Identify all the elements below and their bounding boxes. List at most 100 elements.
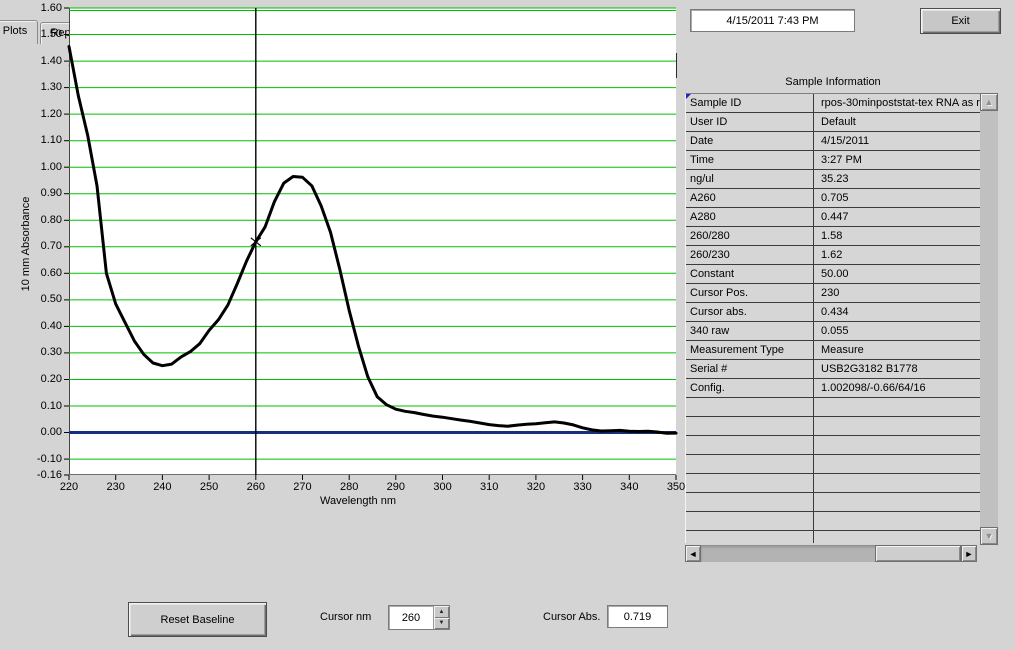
- y-tick-label: -0.10: [0, 453, 62, 465]
- sample-info-field-value[interactable]: Measure: [814, 341, 980, 359]
- sample-info-field-value[interactable]: 1.002098/-0.66/64/16: [814, 379, 980, 397]
- sample-info-field-name[interactable]: [686, 512, 814, 530]
- cursor-nm-down-icon[interactable]: ▼: [434, 618, 449, 630]
- table-vertical-scrollbar-track[interactable]: [980, 111, 998, 527]
- sample-info-field-value[interactable]: [814, 417, 980, 435]
- x-tick-label: 250: [191, 481, 227, 493]
- sample-info-field-value[interactable]: [814, 531, 980, 543]
- sample-info-field-name[interactable]: [686, 398, 814, 416]
- sample-info-field-name[interactable]: Measurement Type: [686, 341, 814, 359]
- y-tick-label: 0.10: [0, 400, 62, 412]
- sample-info-field-name[interactable]: User ID: [686, 113, 814, 131]
- sample-info-field-value[interactable]: 1.58: [814, 227, 980, 245]
- sample-info-field-value[interactable]: [814, 512, 980, 530]
- cursor-nm-value[interactable]: 260: [389, 606, 433, 629]
- x-tick-label: 330: [565, 481, 601, 493]
- sample-info-field-value[interactable]: rpos-30minpoststat-tex RNA as re: [814, 94, 980, 112]
- tab-plots[interactable]: Plots: [0, 20, 38, 44]
- y-tick-label: 0.00: [0, 426, 62, 438]
- y-tick-label: 1.20: [0, 108, 62, 120]
- x-tick-label: 290: [378, 481, 414, 493]
- sample-info-field-value[interactable]: 4/15/2011: [814, 132, 980, 150]
- exit-button[interactable]: Exit: [920, 8, 1001, 34]
- sample-info-field-name[interactable]: [686, 455, 814, 473]
- sample-info-field-name[interactable]: Date: [686, 132, 814, 150]
- y-tick-label: -0.16: [0, 469, 62, 481]
- sample-info-row: [686, 474, 980, 493]
- sample-info-field-name[interactable]: Time: [686, 151, 814, 169]
- sample-info-row: Time3:27 PM: [686, 151, 980, 170]
- sample-info-field-name[interactable]: A260: [686, 189, 814, 207]
- x-axis-title: Wavelength nm: [218, 495, 498, 507]
- sample-info-field-value[interactable]: [814, 398, 980, 416]
- sample-info-field-value[interactable]: Default: [814, 113, 980, 131]
- sample-info-field-name[interactable]: 340 raw: [686, 322, 814, 340]
- spectrum-chart: 1.601.501.401.301.201.101.000.900.800.70…: [0, 0, 686, 515]
- cursor-abs-label: Cursor Abs.: [543, 611, 600, 623]
- spectrum-svg[interactable]: [69, 8, 676, 475]
- sample-info-field-name[interactable]: 260/280: [686, 227, 814, 245]
- x-tick-label: 260: [238, 481, 274, 493]
- table-scroll-up-button[interactable]: ▲: [980, 93, 998, 111]
- sample-info-field-name[interactable]: [686, 436, 814, 454]
- reset-baseline-button[interactable]: Reset Baseline: [128, 602, 267, 637]
- sample-info-row: Serial #USB2G3182 B1778: [686, 360, 980, 379]
- table-scroll-down-button[interactable]: ▼: [980, 527, 998, 545]
- sample-info-field-value[interactable]: 0.447: [814, 208, 980, 226]
- sample-info-row: Sample IDrpos-30minpoststat-tex RNA as r…: [686, 94, 980, 113]
- sample-info-field-name[interactable]: Config.: [686, 379, 814, 397]
- sample-info-field-value[interactable]: 50.00: [814, 265, 980, 283]
- cursor-nm-spinner[interactable]: 260 ▲ ▼: [388, 605, 450, 630]
- sample-info-row: 340 raw0.055: [686, 322, 980, 341]
- sample-info-row: [686, 455, 980, 474]
- sample-info-field-value[interactable]: [814, 455, 980, 473]
- sample-info-row: Cursor Pos.230: [686, 284, 980, 303]
- sample-info-field-value[interactable]: 3:27 PM: [814, 151, 980, 169]
- sample-info-field-value[interactable]: 0.434: [814, 303, 980, 321]
- sample-info-field-name[interactable]: Constant: [686, 265, 814, 283]
- x-tick-label: 300: [425, 481, 461, 493]
- exit-button-label: Exit: [951, 15, 969, 27]
- sample-info-row: Cursor abs.0.434: [686, 303, 980, 322]
- y-tick-label: 1.60: [0, 2, 62, 14]
- sample-info-field-name[interactable]: [686, 417, 814, 435]
- y-tick-label: 0.40: [0, 320, 62, 332]
- cursor-nm-label: Cursor nm: [320, 611, 371, 623]
- x-tick-label: 340: [611, 481, 647, 493]
- sample-info-field-name[interactable]: Cursor Pos.: [686, 284, 814, 302]
- sample-info-table: Sample IDrpos-30minpoststat-tex RNA as r…: [685, 93, 980, 543]
- sample-info-field-name[interactable]: A280: [686, 208, 814, 226]
- sample-info-row: User IDDefault: [686, 113, 980, 132]
- x-tick-label: 270: [284, 481, 320, 493]
- sample-info-field-value[interactable]: 35.23: [814, 170, 980, 188]
- sample-information-title: Sample Information: [683, 76, 983, 88]
- sample-info-field-name[interactable]: Sample ID: [686, 94, 814, 112]
- table-scroll-left-button[interactable]: ◄: [685, 545, 701, 562]
- cursor-abs-value: 0.719: [624, 611, 652, 623]
- sample-info-row: Date4/15/2011: [686, 132, 980, 151]
- sample-info-field-name[interactable]: [686, 493, 814, 511]
- sample-info-field-value[interactable]: 1.62: [814, 246, 980, 264]
- sample-info-field-name[interactable]: [686, 474, 814, 492]
- sample-info-field-value[interactable]: 0.055: [814, 322, 980, 340]
- sample-info-field-value[interactable]: [814, 493, 980, 511]
- table-scroll-right-button[interactable]: ►: [961, 545, 977, 562]
- sample-info-row: [686, 436, 980, 455]
- sample-info-field-value[interactable]: [814, 436, 980, 454]
- cursor-nm-up-icon[interactable]: ▲: [434, 606, 449, 618]
- sample-info-field-name[interactable]: [686, 531, 814, 543]
- sample-info-row: ng/ul35.23: [686, 170, 980, 189]
- sample-info-field-name[interactable]: ng/ul: [686, 170, 814, 188]
- sample-info-field-name[interactable]: Cursor abs.: [686, 303, 814, 321]
- sample-info-field-value[interactable]: [814, 474, 980, 492]
- sample-info-field-name[interactable]: 260/230: [686, 246, 814, 264]
- sample-info-field-value[interactable]: USB2G3182 B1778: [814, 360, 980, 378]
- sample-info-row: Config.1.002098/-0.66/64/16: [686, 379, 980, 398]
- sample-info-field-value[interactable]: 230: [814, 284, 980, 302]
- sample-info-field-value[interactable]: 0.705: [814, 189, 980, 207]
- sample-information-panel: Sample Information Sample IDrpos-30minpo…: [683, 74, 1001, 566]
- y-tick-label: 1.00: [0, 161, 62, 173]
- table-horizontal-scrollbar-thumb[interactable]: [875, 545, 961, 562]
- sample-info-field-name[interactable]: Serial #: [686, 360, 814, 378]
- reset-baseline-label: Reset Baseline: [161, 614, 235, 626]
